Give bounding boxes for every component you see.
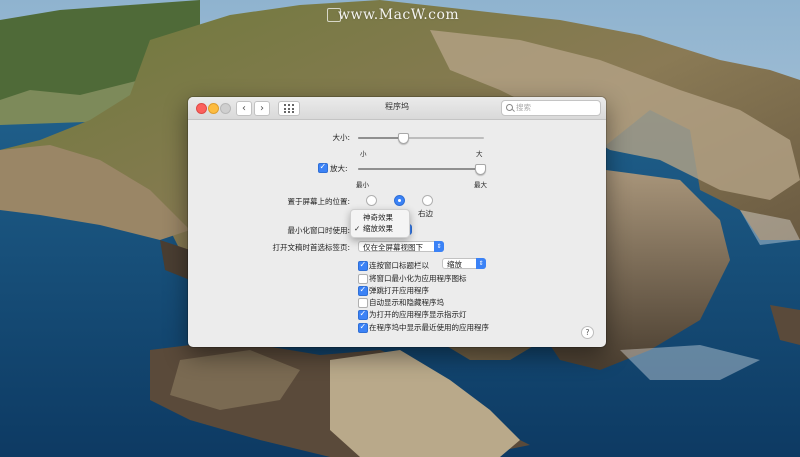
search-placeholder: 搜索 [516,103,531,112]
position-bottom-radio[interactable] [394,195,405,206]
show-indicators-label: 为打开的应用程序显示指示灯 [369,310,467,319]
position-right-radio[interactable] [422,195,433,206]
dock-preferences-window: ‹ › 程序坞 搜索 大小: 小 大 放大: 最小 最大 置于屏幕上的位置: 左… [188,97,606,347]
auto-hide-dock-label: 自动显示和隐藏程序坞 [369,298,444,307]
magnification-min-label: 最小 [356,181,369,189]
show-recent-apps-label: 在程序坞中显示最近使用的应用程序 [369,323,489,332]
title-bar[interactable]: ‹ › 程序坞 搜索 [188,97,606,120]
size-slider-knob[interactable] [398,133,409,144]
show-recent-apps-checkbox[interactable] [358,322,368,333]
double-click-popup[interactable]: 缩放 ⇕ [442,258,486,269]
minimize-effect-menu: 神奇效果 ✓ 缩放效果 [350,209,410,238]
auto-hide-dock-checkbox[interactable] [358,298,368,308]
magnification-max-label: 最大 [474,181,487,189]
double-click-checkbox[interactable] [358,260,368,271]
prefer-tabs-popup[interactable]: 仅在全屏幕视图下 ⇕ [358,241,444,252]
animate-opening-label: 弹跳打开应用程序 [369,286,429,295]
size-min-label: 小 [360,150,367,158]
prefer-tabs-value: 仅在全屏幕视图下 [363,243,423,252]
minimize-to-app-icon-checkbox[interactable] [358,274,368,284]
magnification-slider[interactable] [358,168,484,170]
help-button[interactable]: ? [581,326,594,339]
minimize-effect-label: 最小化窗口时使用: [287,226,350,235]
size-label: 大小: [332,133,350,142]
double-click-label: 连按窗口标题栏以 [369,261,429,270]
position-left-radio[interactable] [366,195,377,206]
animate-opening-checkbox[interactable] [358,285,368,296]
search-field[interactable]: 搜索 [501,100,601,116]
search-icon [506,104,513,111]
magnification-slider-knob[interactable] [475,164,486,175]
magnification-label: 放大: [330,164,348,173]
size-max-label: 大 [476,150,483,158]
menu-item-genie[interactable]: 神奇效果 [351,212,409,223]
chevron-updown-icon: ⇕ [434,241,444,252]
checkmark-icon: ✓ [354,224,361,233]
show-indicators-checkbox[interactable] [358,309,368,320]
position-label: 置于屏幕上的位置: [287,197,350,206]
double-click-value: 缩放 [447,260,462,269]
prefer-tabs-label: 打开文稿时首选标签页: [272,243,350,252]
position-right-label: 右边 [418,209,433,218]
size-slider[interactable] [358,137,484,139]
watermark-text: www.MacW.com [338,7,460,23]
magnification-checkbox[interactable] [318,162,328,173]
menu-item-scale-label: 缩放效果 [363,224,393,233]
minimize-to-app-icon-label: 将窗口最小化为应用程序图标 [369,274,467,283]
menu-item-scale[interactable]: ✓ 缩放效果 [351,223,409,234]
menu-item-genie-label: 神奇效果 [363,213,393,222]
chevron-updown-icon: ⇕ [476,258,486,269]
